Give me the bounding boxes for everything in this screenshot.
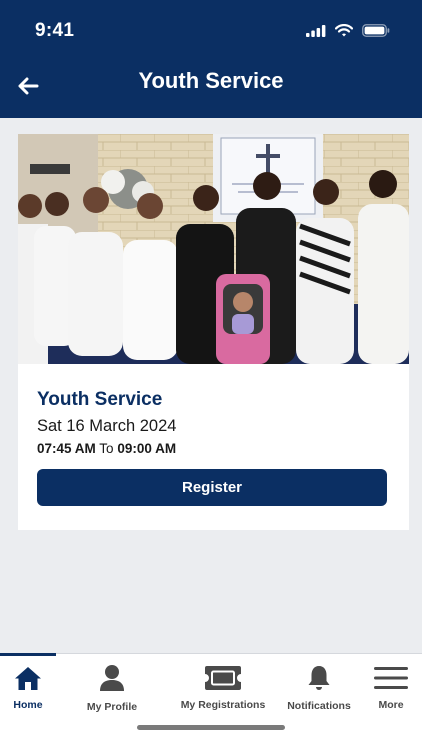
ticket-icon: [204, 664, 242, 692]
event-card: Youth Service Sat 16 March 2024 07:45 AM…: [18, 134, 409, 530]
tab-my-registrations-label: My Registrations: [180, 699, 266, 711]
tab-my-profile[interactable]: My Profile: [80, 654, 144, 716]
home-indicator[interactable]: [137, 725, 285, 730]
event-title: Youth Service: [37, 389, 163, 410]
tab-more[interactable]: More: [368, 654, 414, 716]
cellular-signal-icon: [306, 24, 326, 37]
tab-my-profile-label: My Profile: [86, 701, 138, 713]
app-header: 9:41 Youth Service: [0, 0, 422, 118]
tab-home[interactable]: Home: [0, 654, 56, 716]
bell-icon: [307, 664, 331, 692]
tab-notifications-label: Notifications: [287, 700, 351, 712]
event-photo-image: [18, 134, 409, 364]
tab-notifications[interactable]: Notifications: [284, 654, 354, 716]
event-time-separator: To: [99, 441, 114, 456]
register-button[interactable]: Register: [37, 469, 387, 506]
bottom-tab-bar: Home My Profile My Registrations Notific…: [0, 653, 422, 750]
tab-more-label: More: [378, 699, 404, 711]
event-start-time: 07:45 AM: [37, 441, 96, 456]
event-date: Sat 16 March 2024: [37, 417, 177, 435]
event-photo: [18, 134, 409, 364]
person-icon: [99, 664, 125, 692]
tab-my-registrations[interactable]: My Registrations: [172, 654, 274, 716]
hamburger-menu-icon: [373, 664, 409, 692]
wifi-icon: [335, 24, 353, 37]
event-time-range: 07:45 AM To 09:00 AM: [37, 441, 176, 456]
tab-home-label: Home: [13, 699, 43, 711]
battery-icon: [362, 24, 390, 37]
home-icon: [14, 664, 42, 692]
status-time: 9:41: [35, 20, 75, 41]
page-title: Youth Service: [138, 68, 284, 93]
event-end-time: 09:00 AM: [117, 441, 177, 456]
status-icons: [306, 24, 390, 37]
status-bar: 9:41: [0, 0, 422, 60]
